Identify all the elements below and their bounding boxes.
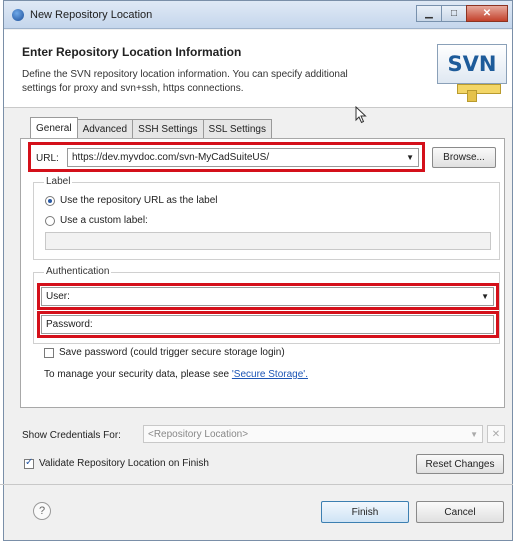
maximize-button[interactable]: □ bbox=[441, 5, 467, 22]
use-custom-label-text: Use a custom label: bbox=[60, 215, 148, 226]
checkbox-unchecked-icon bbox=[44, 347, 54, 358]
mouse-cursor-icon bbox=[355, 106, 367, 124]
cancel-button[interactable]: Cancel bbox=[416, 501, 504, 523]
security-info: To manage your security data, please see… bbox=[44, 369, 308, 380]
finish-button[interactable]: Finish bbox=[321, 501, 409, 523]
validate-location-checkbox[interactable]: Validate Repository Location on Finish bbox=[24, 457, 209, 469]
custom-label-field bbox=[45, 232, 491, 250]
delete-credentials-button: ✕ bbox=[487, 425, 505, 443]
radio-unselected-icon bbox=[45, 215, 55, 226]
minimize-icon: ▁ bbox=[425, 8, 433, 19]
tab-ssh-settings[interactable]: SSH Settings bbox=[132, 119, 204, 138]
close-button[interactable]: ✕ bbox=[466, 5, 508, 22]
window-title: New Repository Location bbox=[30, 9, 153, 21]
footer-separator bbox=[0, 484, 513, 485]
save-password-checkbox[interactable]: Save password (could trigger secure stor… bbox=[44, 347, 285, 358]
password-highlight-box bbox=[37, 311, 499, 338]
use-url-label-text: Use the repository URL as the label bbox=[60, 195, 218, 206]
svn-logo-text: SVN bbox=[437, 44, 507, 84]
maximize-icon: □ bbox=[450, 8, 458, 19]
show-credentials-label: Show Credentials For: bbox=[22, 430, 121, 441]
user-highlight-box bbox=[37, 283, 499, 310]
show-credentials-combo: <Repository Location> ▼ bbox=[143, 425, 483, 443]
svn-logo-pipe bbox=[457, 84, 501, 94]
secure-storage-link[interactable]: 'Secure Storage'. bbox=[232, 369, 308, 380]
chevron-down-icon: ▼ bbox=[470, 430, 478, 439]
reset-changes-button[interactable]: Reset Changes bbox=[416, 454, 504, 474]
help-icon[interactable]: ? bbox=[33, 502, 51, 520]
security-text: To manage your security data, please see bbox=[44, 369, 230, 380]
svn-logo: SVN bbox=[437, 44, 507, 102]
title-bar[interactable]: New Repository Location ▁ □ ✕ bbox=[4, 1, 512, 29]
page-title: Enter Repository Location Information bbox=[22, 45, 242, 59]
tab-bar: General Advanced SSH Settings SSL Settin… bbox=[30, 117, 272, 138]
tab-general[interactable]: General bbox=[30, 117, 78, 138]
use-custom-label-radio[interactable]: Use a custom label: bbox=[45, 215, 148, 226]
use-url-label-radio[interactable]: Use the repository URL as the label bbox=[45, 195, 218, 206]
tab-ssl-settings[interactable]: SSL Settings bbox=[202, 119, 272, 138]
browse-button[interactable]: Browse... bbox=[432, 147, 496, 168]
authentication-group-title: Authentication bbox=[44, 266, 112, 277]
checkbox-checked-icon bbox=[24, 457, 34, 469]
tab-advanced[interactable]: Advanced bbox=[76, 119, 134, 138]
wizard-header: Enter Repository Location Information De… bbox=[4, 30, 512, 108]
save-password-label: Save password (could trigger secure stor… bbox=[59, 347, 285, 358]
window-controls: ▁ □ ✕ bbox=[416, 5, 508, 22]
app-icon bbox=[12, 9, 24, 21]
radio-selected-icon bbox=[45, 195, 55, 206]
minimize-button[interactable]: ▁ bbox=[416, 5, 442, 22]
close-icon: ✕ bbox=[482, 8, 492, 19]
page-description: Define the SVN repository location infor… bbox=[22, 69, 348, 94]
url-highlight-box bbox=[28, 142, 425, 172]
label-group-title: Label bbox=[44, 176, 73, 187]
svn-logo-pipe-joint bbox=[467, 90, 477, 102]
validate-location-label: Validate Repository Location on Finish bbox=[39, 458, 209, 469]
show-credentials-placeholder: <Repository Location> bbox=[148, 429, 249, 440]
